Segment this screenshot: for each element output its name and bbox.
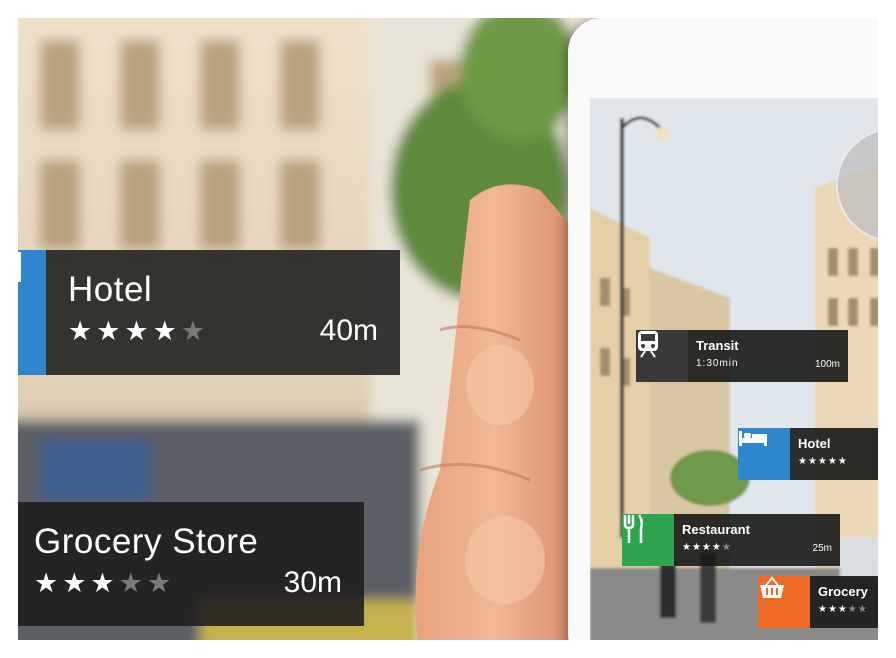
star-rating: ★★★★★ — [68, 316, 210, 346]
train-icon — [636, 330, 688, 382]
star-rating: ★★★★★ — [34, 568, 176, 598]
star-rating: ★★★★★ — [682, 542, 732, 553]
fork-knife-icon — [622, 514, 674, 566]
ar-card-title: Grocery Store — [34, 522, 259, 561]
ar-card-grocery-small[interactable]: Grocery ★★★★★ — [758, 576, 896, 628]
ar-card-distance: 30m — [283, 566, 342, 599]
ar-card-distance: 25m — [812, 543, 832, 554]
ar-card-restaurant[interactable]: Restaurant ★★★★★ 25m — [622, 514, 840, 566]
ar-card-hotel-large[interactable]: Hotel ★★★★★ 40m — [46, 250, 400, 375]
bed-icon — [0, 250, 46, 375]
ar-card-hotel-small[interactable]: Hotel ★★★★★ — [738, 428, 896, 480]
bed-icon — [738, 428, 790, 480]
ar-card-title: Restaurant — [682, 522, 750, 537]
ar-card-distance: 100m — [814, 359, 840, 370]
basket-icon — [758, 576, 810, 628]
star-rating: ★★★★★ — [818, 604, 868, 615]
ar-card-transit[interactable]: Transit 1:30min 100m — [636, 330, 848, 382]
ar-scene: Transit 1:30min 100m Hotel ★★★★★ Restaur… — [0, 0, 896, 658]
ar-card-grocery-large[interactable]: Grocery Store ★★★★★ 30m — [0, 502, 364, 626]
ar-card-title: Transit — [696, 338, 739, 353]
ar-card-title: Grocery — [818, 584, 868, 599]
ar-card-detail: 1:30min — [696, 358, 739, 369]
ar-card-title: Hotel — [68, 270, 153, 309]
ar-card-title: Hotel — [798, 436, 831, 451]
ar-card-distance: 40m — [319, 314, 378, 347]
star-rating: ★★★★★ — [798, 456, 848, 467]
